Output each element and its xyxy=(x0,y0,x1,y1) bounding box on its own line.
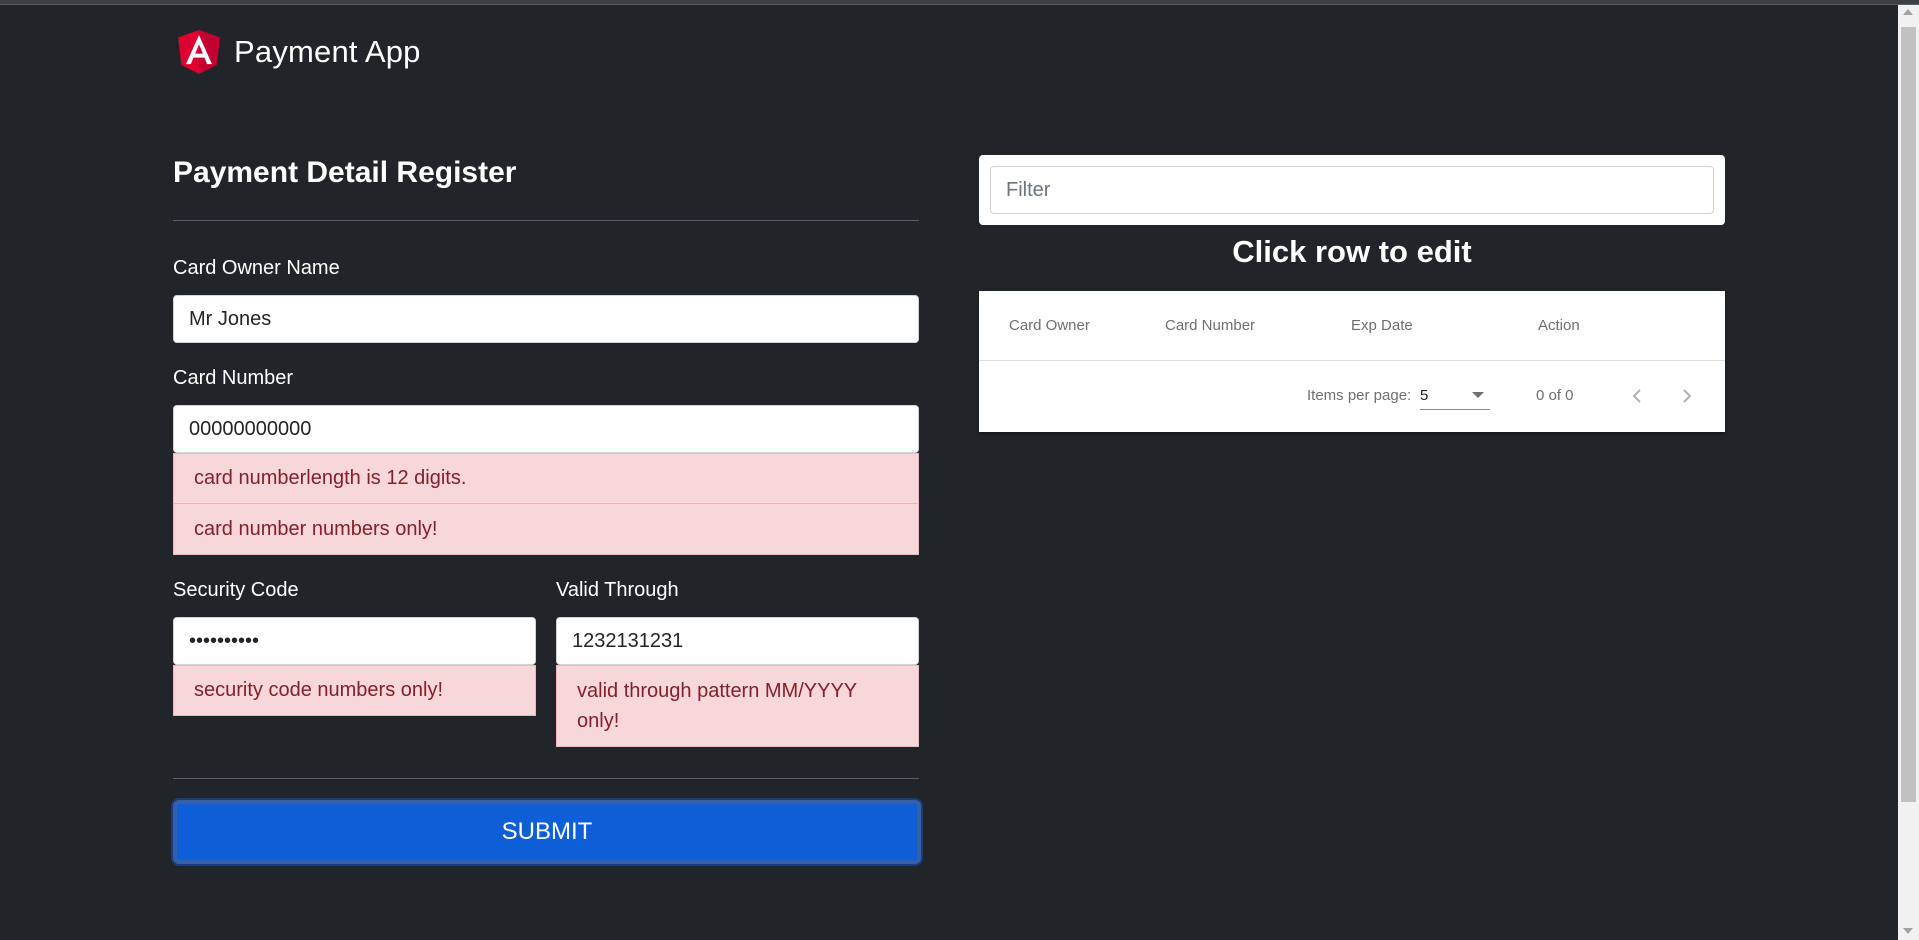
card-number-input[interactable] xyxy=(173,405,919,453)
browser-top-border xyxy=(0,0,1919,5)
security-code-group: Security Code security code numbers only… xyxy=(173,577,536,747)
card-number-group: Card Number card numberlength is 12 digi… xyxy=(173,365,919,555)
card-number-label: Card Number xyxy=(173,367,294,389)
security-code-input[interactable] xyxy=(173,617,536,665)
scroll-up-arrow-icon[interactable] xyxy=(1903,9,1913,15)
previous-page-button[interactable] xyxy=(1617,376,1657,416)
payment-table: Card Owner Card Number Exp Date Action I… xyxy=(979,291,1725,432)
items-per-page-label: Items per page: xyxy=(1307,387,1412,404)
chevron-left-icon xyxy=(1632,389,1641,403)
app-title: Payment App xyxy=(234,34,421,69)
divider xyxy=(173,778,919,779)
valid-through-error: valid through pattern MM/YYYY only! xyxy=(556,665,919,747)
submit-button[interactable]: SUBMIT xyxy=(173,800,921,864)
scrollbar-thumb[interactable] xyxy=(1901,27,1916,802)
paginator: Items per page: 5 0 of 0 xyxy=(979,362,1725,432)
valid-through-label: Valid Through xyxy=(556,579,679,601)
form-title: Payment Detail Register xyxy=(173,156,517,189)
click-row-hint: Click row to edit xyxy=(1232,234,1472,269)
next-page-button[interactable] xyxy=(1667,376,1707,416)
valid-through-group: Valid Through valid through pattern MM/Y… xyxy=(556,577,919,747)
card-owner-group: Card Owner Name xyxy=(173,255,919,343)
page-range-label: 0 of 0 xyxy=(1536,387,1574,404)
chevron-right-icon xyxy=(1683,389,1692,403)
page-size-select[interactable]: 5 xyxy=(1420,382,1490,410)
table-header-row: Card Owner Card Number Exp Date Action xyxy=(979,291,1725,361)
card-number-error-length: card numberlength is 12 digits. xyxy=(173,453,919,504)
column-header-action[interactable]: Action xyxy=(1538,291,1580,361)
column-header-exp-date[interactable]: Exp Date xyxy=(1351,291,1413,361)
column-header-card-owner[interactable]: Card Owner xyxy=(1009,291,1090,361)
page-scrollbar[interactable] xyxy=(1898,5,1919,940)
filter-input[interactable] xyxy=(990,166,1714,214)
card-owner-input[interactable] xyxy=(173,295,919,343)
card-owner-label: Card Owner Name xyxy=(173,257,340,279)
card-number-error-numeric: card number numbers only! xyxy=(173,504,919,555)
column-header-card-number[interactable]: Card Number xyxy=(1165,291,1255,361)
angular-logo-icon xyxy=(178,30,220,74)
security-code-error: security code numbers only! xyxy=(173,665,536,716)
security-valid-row: Security Code security code numbers only… xyxy=(173,577,919,747)
divider xyxy=(173,220,919,221)
security-code-label: Security Code xyxy=(173,579,299,601)
page-size-value: 5 xyxy=(1420,387,1429,404)
filter-card xyxy=(979,155,1725,225)
payment-form: Payment Detail Register Card Owner Name … xyxy=(173,150,919,779)
scroll-down-arrow-icon[interactable] xyxy=(1903,928,1913,934)
navbar-brand[interactable]: Payment App xyxy=(178,30,421,74)
caret-down-icon xyxy=(1472,392,1484,398)
valid-through-input[interactable] xyxy=(556,617,919,665)
